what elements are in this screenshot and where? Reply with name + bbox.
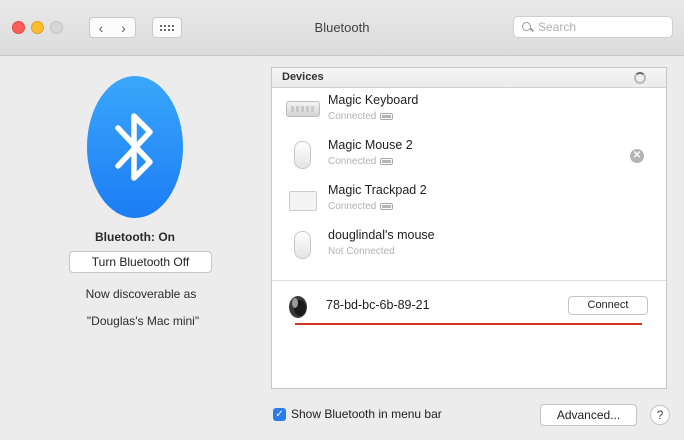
show-in-menu-bar-label: Show Bluetooth in menu bar bbox=[291, 407, 442, 421]
list-divider bbox=[272, 280, 666, 281]
device-status: Connected bbox=[328, 111, 394, 122]
mouse-icon bbox=[294, 231, 311, 259]
device-status-text: Connected bbox=[328, 111, 377, 122]
device-name: Magic Mouse 2 bbox=[328, 138, 413, 152]
devices-header: Devices bbox=[272, 68, 666, 88]
connect-button[interactable]: Connect bbox=[568, 296, 648, 315]
highlight-underline bbox=[295, 323, 642, 325]
show-in-menu-bar-option[interactable]: ✓ Show Bluetooth in menu bar bbox=[273, 407, 442, 421]
bluetooth-logo-icon bbox=[87, 76, 183, 218]
search-field[interactable] bbox=[513, 16, 673, 38]
device-name: douglindal's mouse bbox=[328, 228, 435, 242]
device-row-new-device[interactable]: 78-bd-bc-6b-89-21 Connect bbox=[272, 286, 666, 326]
computer-name: "Douglas's Mac mini" bbox=[86, 314, 200, 328]
device-row-magic-trackpad-2[interactable]: Magic Trackpad 2 Connected bbox=[272, 180, 666, 224]
trackpad-icon bbox=[289, 191, 317, 211]
remove-device-icon[interactable]: ✕ bbox=[630, 149, 644, 163]
device-row-magic-mouse-2[interactable]: Magic Mouse 2 Connected ✕ bbox=[272, 135, 666, 179]
new-device-name: 78-bd-bc-6b-89-21 bbox=[326, 298, 430, 312]
help-button[interactable]: ? bbox=[650, 405, 670, 425]
discoverable-label: Now discoverable as bbox=[85, 287, 197, 301]
device-row-magic-keyboard[interactable]: Magic Keyboard Connected bbox=[272, 90, 666, 134]
battery-icon bbox=[380, 113, 394, 120]
device-status-text: Not Connected bbox=[328, 246, 395, 257]
show-in-menu-bar-checkbox[interactable]: ✓ bbox=[273, 407, 286, 421]
title-bar: ‹ › Bluetooth bbox=[0, 0, 684, 56]
device-status: Connected bbox=[328, 156, 394, 167]
progress-spinner-icon bbox=[634, 72, 646, 84]
keyboard-icon bbox=[286, 101, 320, 117]
advanced-button[interactable]: Advanced... bbox=[540, 404, 637, 426]
device-row-douglindals-mouse[interactable]: douglindal's mouse Not Connected bbox=[272, 225, 666, 269]
search-input[interactable] bbox=[538, 20, 658, 34]
device-status-text: Connected bbox=[328, 201, 377, 212]
battery-icon bbox=[380, 203, 394, 210]
devices-title: Devices bbox=[282, 71, 324, 83]
device-status-text: Connected bbox=[328, 156, 377, 167]
bluetooth-rune-icon bbox=[115, 113, 153, 181]
search-icon bbox=[522, 21, 533, 33]
device-status: Not Connected bbox=[328, 246, 395, 257]
devices-list[interactable]: Devices Magic Keyboard Connected Magic M… bbox=[271, 67, 667, 389]
device-name: Magic Keyboard bbox=[328, 93, 419, 107]
bluetooth-status: Bluetooth: On bbox=[95, 230, 175, 244]
turn-bluetooth-off-button[interactable]: Turn Bluetooth Off bbox=[69, 251, 212, 273]
battery-icon bbox=[380, 158, 394, 165]
mouse-icon bbox=[294, 141, 311, 169]
device-status: Connected bbox=[328, 201, 394, 212]
device-name: Magic Trackpad 2 bbox=[328, 183, 427, 197]
speaker-icon bbox=[289, 296, 307, 318]
